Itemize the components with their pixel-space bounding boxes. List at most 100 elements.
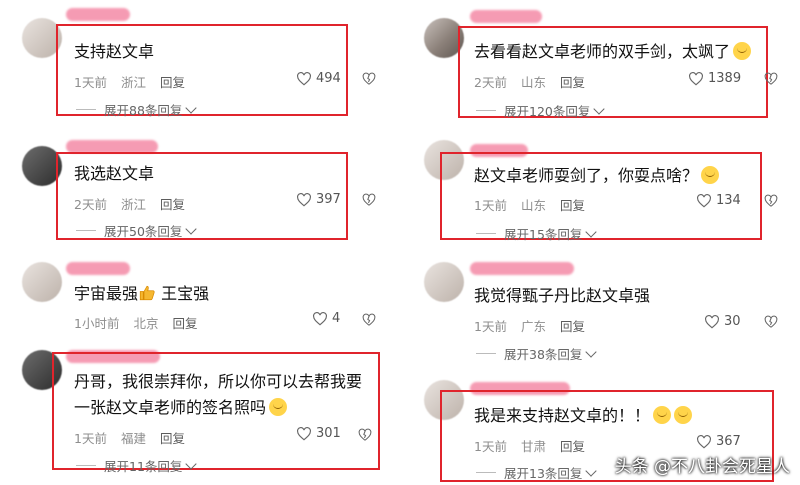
dislike-icon[interactable] [358,428,372,442]
comment-meta: 2天前 浙江 回复 [74,194,199,213]
reply-button[interactable]: 回复 [172,316,197,331]
like-count: 1389 [708,71,742,86]
comment-time: 1天前 [474,439,507,454]
heart-icon [297,426,311,440]
comment-meta: 1天前 山东 回复 [474,195,599,214]
comment-meta: 2天前 山东 回复 [474,72,599,91]
username-redacted[interactable] [66,8,130,21]
reply-button[interactable]: 回复 [560,319,585,334]
like-button[interactable]: 1389 [688,71,741,86]
comment-time: 1天前 [74,431,107,446]
like-button[interactable]: 4 [312,311,340,326]
expand-replies[interactable]: 展开120条回复 [476,101,606,120]
like-button[interactable]: 367 [696,434,741,449]
dislike-icon[interactable] [362,313,376,327]
like-count: 4 [332,311,341,326]
comment-location: 山东 [520,75,546,90]
reply-button[interactable]: 回复 [160,75,185,90]
expand-replies[interactable]: 展开11条回复 [76,456,198,475]
dislike-icon[interactable] [362,72,376,86]
comment-text: 支持赵文卓 [74,42,155,61]
expand-replies[interactable]: 展开88条回复 [76,100,198,119]
comment-text: 一张赵文卓老师的签名照吗 [74,396,288,420]
comment-text: 我觉得甄子丹比赵文卓强 [474,286,651,305]
heart-icon [697,434,711,448]
username-redacted[interactable] [470,10,542,23]
comment-time: 1天前 [474,198,507,213]
comment-text: 宇宙最强 王宝强 [74,282,209,306]
dislike-icon[interactable] [764,72,778,86]
smile-emoji-icon [269,398,288,416]
username-redacted[interactable] [470,262,574,275]
comment-location: 浙江 [120,75,146,90]
heart-icon [689,71,703,85]
comment-text-part: 宇宙最强 [74,284,139,303]
grin-emoji-icon [653,406,672,424]
expand-replies[interactable]: 展开38条回复 [476,344,598,363]
chevron-down-icon [585,345,598,358]
comment-text: 丹哥，我很崇拜你，所以你可以去帮我要 [74,372,363,391]
grin-emoji-icon [674,406,693,424]
avatar[interactable] [22,262,62,302]
avatar[interactable] [424,262,464,302]
chevron-down-icon [593,102,606,115]
dislike-icon[interactable] [764,194,778,208]
like-button[interactable]: 397 [296,192,341,207]
like-button[interactable]: 134 [696,193,741,208]
reply-button[interactable]: 回复 [160,197,185,212]
divider [476,353,496,354]
comment-time: 2天前 [74,197,107,212]
comment-time: 1天前 [74,75,107,90]
like-count: 367 [716,434,741,449]
like-count: 397 [316,192,341,207]
comment-meta: 1小时前 北京 回复 [74,313,211,332]
comment-text: 我选赵文卓 [74,164,155,183]
like-button[interactable]: 301 [296,426,341,441]
divider [476,472,496,473]
chevron-down-icon [585,464,598,477]
thumbs-up-icon [139,285,155,301]
comment-text-body: 去看看赵文卓老师的双手剑，太飒了 [474,42,731,61]
heart-icon [705,314,719,328]
like-count: 301 [316,426,341,441]
chevron-down-icon [185,222,198,235]
heart-icon [697,193,711,207]
expand-replies[interactable]: 展开15条回复 [476,224,598,243]
comment-location: 北京 [133,316,159,331]
watermark: 头条 @不八卦会死星人 [614,457,790,477]
expand-replies[interactable]: 展开50条回复 [76,221,198,240]
comment-meta: 1天前 福建 回复 [74,428,199,447]
reply-button[interactable]: 回复 [560,439,585,454]
dislike-icon[interactable] [362,193,376,207]
reply-button[interactable]: 回复 [560,198,585,213]
comment-text: 去看看赵文卓老师的双手剑，太飒了 [474,40,752,64]
expand-label: 展开15条回复 [504,227,583,242]
like-button[interactable]: 30 [704,314,741,329]
expand-label: 展开88条回复 [104,103,183,118]
comment-meta: 1天前 广东 回复 [474,316,599,335]
comment-text: 我是来支持赵文卓的！！ [474,404,693,428]
dislike-icon[interactable] [764,315,778,329]
comment-time: 1小时前 [74,316,120,331]
heart-icon [297,192,311,206]
like-button[interactable]: 494 [296,71,341,86]
expand-label: 展开50条回复 [104,224,183,239]
comment-text-line2: 一张赵文卓老师的签名照吗 [74,398,267,417]
expand-label: 展开13条回复 [504,466,583,481]
comment-text-body: 我是来支持赵文卓的！！ [474,406,651,425]
reply-button[interactable]: 回复 [160,431,185,446]
comment-location: 浙江 [120,197,146,212]
comment-time: 2天前 [474,75,507,90]
divider [76,230,96,231]
username-redacted[interactable] [66,262,130,275]
comment-time: 1天前 [474,319,507,334]
like-count: 494 [316,71,341,86]
expand-label: 展开38条回复 [504,347,583,362]
expand-replies[interactable]: 展开13条回复 [476,463,598,482]
comment-meta: 1天前 浙江 回复 [74,72,199,91]
comment-text-body: 赵文卓老师耍剑了，你耍点啥？ [474,166,699,185]
smirk-emoji-icon [701,166,720,184]
chevron-down-icon [585,225,598,238]
smile-emoji-icon [733,42,752,60]
reply-button[interactable]: 回复 [560,75,585,90]
